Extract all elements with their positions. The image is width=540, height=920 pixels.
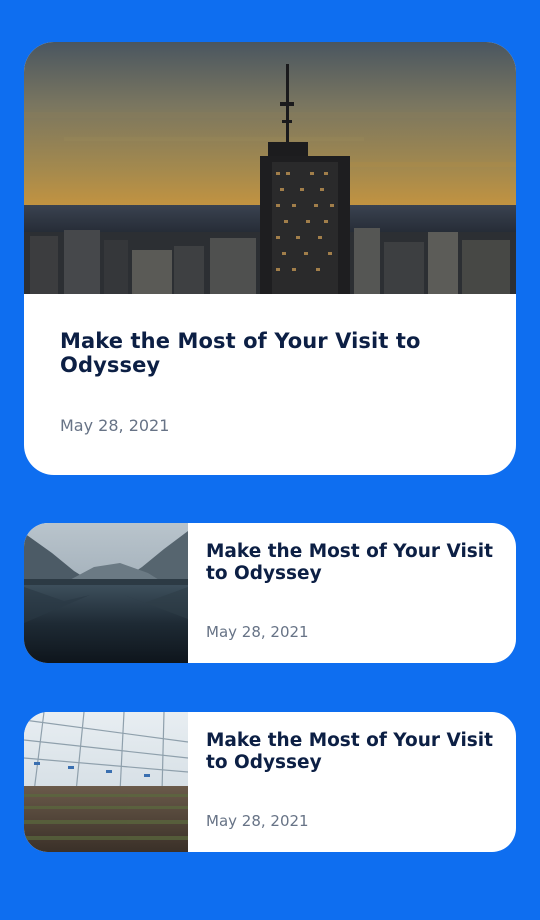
article-title[interactable]: Make the Most of Your Visit to Odyssey (60, 329, 480, 377)
greenhouse-image (24, 712, 188, 852)
article-date: May 28, 2021 (60, 416, 170, 435)
article-date: May 28, 2021 (206, 812, 309, 830)
article-card[interactable]: Make the Most of Your Visit to Odyssey M… (24, 523, 516, 663)
mountain-lake-image (24, 523, 188, 663)
article-title[interactable]: Make the Most of Your Visit to Odyssey (206, 541, 496, 585)
featured-article-card[interactable]: Make the Most of Your Visit to Odyssey M… (24, 42, 516, 475)
city-skyline-image (24, 42, 516, 294)
article-card[interactable]: Make the Most of Your Visit to Odyssey M… (24, 712, 516, 852)
article-title[interactable]: Make the Most of Your Visit to Odyssey (206, 730, 496, 774)
article-date: May 28, 2021 (206, 623, 309, 641)
